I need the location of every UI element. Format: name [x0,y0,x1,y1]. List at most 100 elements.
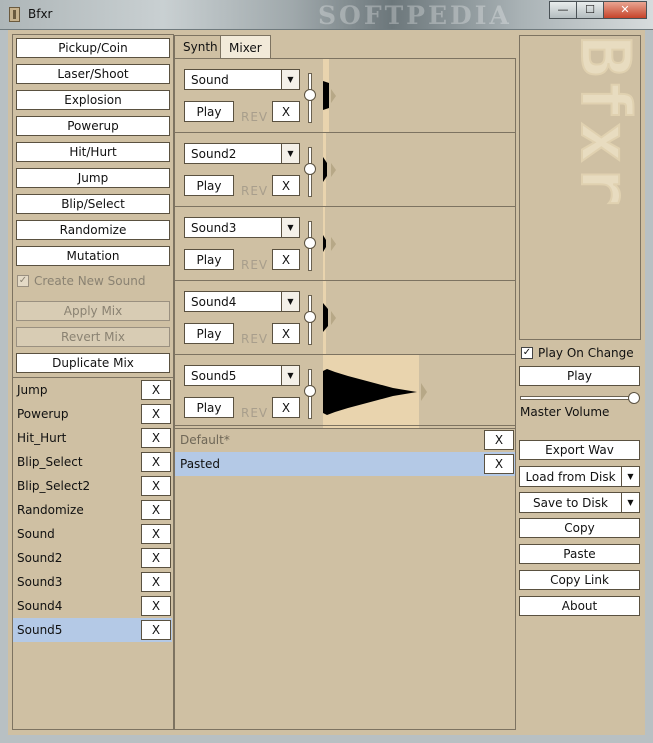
play-on-change-checkbox[interactable]: ✓ [521,347,533,359]
maximize-button[interactable]: ☐ [576,1,603,19]
explosion-button[interactable]: Explosion [16,90,170,110]
sound-list-item-label: Powerup [17,407,69,421]
delete-sound-button[interactable]: X [141,548,171,568]
track-sound-select-value: Sound3 [191,220,237,235]
track-waveform-graphic [323,303,336,332]
track-play-button[interactable]: Play [184,323,234,344]
chevron-down-icon[interactable]: ▼ [281,366,299,385]
track-sound-select-value: Sound4 [191,294,237,309]
save-to-disk-label[interactable]: Save to Disk [520,496,621,510]
track-sound-select[interactable]: Sound4 ▼ [184,291,300,312]
copy-button[interactable]: Copy [519,518,640,538]
delete-sound-button[interactable]: X [141,428,171,448]
track-sound-select[interactable]: Sound2 ▼ [184,143,300,164]
delete-sound-button[interactable]: X [141,404,171,424]
track-reverse-toggle[interactable]: REV [241,110,268,124]
track-delete-button[interactable]: X [272,397,300,418]
track-volume-slider-handle[interactable] [304,163,316,175]
play-button[interactable]: Play [519,366,640,386]
chevron-down-icon[interactable]: ▼ [621,467,639,486]
track-sound-select-value: Sound5 [191,368,237,383]
title-bar[interactable]: Bfxr SOFTPEDIA — ☐ ✕ [0,0,653,30]
close-button[interactable]: ✕ [603,1,647,19]
track-volume-slider-handle[interactable] [304,385,316,397]
track-reverse-toggle[interactable]: REV [241,184,268,198]
delete-sound-button[interactable]: X [141,524,171,544]
track-volume-slider-handle[interactable] [304,89,316,101]
jump-button[interactable]: Jump [16,168,170,188]
create-new-sound-label: Create New Sound [34,274,146,288]
pickup-coin-button[interactable]: Pickup/Coin [16,38,170,58]
create-new-sound-checkbox[interactable]: ✓ [17,275,29,287]
chevron-down-icon[interactable]: ▼ [281,144,299,163]
delete-sound-button[interactable]: X [141,452,171,472]
mix-list-item-label: Pasted [180,457,221,471]
randomize-button[interactable]: Randomize [16,220,170,240]
apply-mix-button[interactable]: Apply Mix [16,301,170,321]
track-delete-button[interactable]: X [272,323,300,344]
create-new-sound-option[interactable]: ✓ Create New Sound [17,274,145,288]
mixer-track: Sound4 ▼ Play REV X [174,281,516,355]
delete-sound-button[interactable]: X [141,380,171,400]
window-controls: — ☐ ✕ [549,1,647,19]
track-play-button[interactable]: Play [184,101,234,122]
delete-sound-button[interactable]: X [141,620,171,640]
save-to-disk-button[interactable]: Save to Disk ▼ [519,492,640,513]
track-play-button[interactable]: Play [184,175,234,196]
track-reverse-toggle[interactable]: REV [241,332,268,346]
paste-button[interactable]: Paste [519,544,640,564]
laser-shoot-button[interactable]: Laser/Shoot [16,64,170,84]
track-waveform-graphic [323,235,336,252]
chevron-down-icon[interactable]: ▼ [281,292,299,311]
tab-mixer[interactable]: Mixer [220,35,271,59]
blip-select-button[interactable]: Blip/Select [16,194,170,214]
track-delete-button[interactable]: X [272,101,300,122]
chevron-down-icon[interactable]: ▼ [281,70,299,89]
powerup-button[interactable]: Powerup [16,116,170,136]
track-sound-select[interactable]: Sound3 ▼ [184,217,300,238]
track-sound-select[interactable]: Sound ▼ [184,69,300,90]
track-volume-slider-handle[interactable] [304,237,316,249]
track-reverse-toggle[interactable]: REV [241,258,268,272]
track-sound-select[interactable]: Sound5 ▼ [184,365,300,386]
about-button[interactable]: About [519,596,640,616]
tab-synth[interactable]: Synth [174,35,227,58]
mix-list-item-selected[interactable]: Pasted [175,452,515,476]
load-from-disk-button[interactable]: Load from Disk ▼ [519,466,640,487]
play-on-change-option[interactable]: ✓ Play On Change [521,346,634,360]
sound-list-item-label: Blip_Select [17,455,83,469]
delete-sound-button[interactable]: X [141,476,171,496]
minimize-button[interactable]: — [549,1,576,19]
track-delete-button[interactable]: X [272,249,300,270]
mix-list-item-label: Default* [180,433,230,447]
load-from-disk-label[interactable]: Load from Disk [520,470,621,484]
track-play-button[interactable]: Play [184,249,234,270]
delete-sound-button[interactable]: X [141,572,171,592]
sound-list-item-label: Jump [17,383,48,397]
track-waveform-graphic [323,81,336,110]
mix-list-item[interactable]: Default* [175,428,515,452]
revert-mix-button[interactable]: Revert Mix [16,327,170,347]
mutation-button[interactable]: Mutation [16,246,170,266]
track-delete-button[interactable]: X [272,175,300,196]
chevron-down-icon[interactable]: ▼ [281,218,299,237]
delete-sound-button[interactable]: X [141,596,171,616]
delete-mix-button[interactable]: X [484,430,514,450]
duplicate-mix-button[interactable]: Duplicate Mix [16,353,170,373]
chevron-down-icon[interactable]: ▼ [621,493,639,512]
sound-list-item-label: Sound4 [17,599,63,613]
track-reverse-toggle[interactable]: REV [241,406,268,420]
track-play-button[interactable]: Play [184,397,234,418]
hit-hurt-button[interactable]: Hit/Hurt [16,142,170,162]
track-sound-select-value: Sound [191,72,229,87]
sound-list-item-label: Sound3 [17,575,63,589]
export-wav-button[interactable]: Export Wav [519,440,640,460]
delete-mix-button[interactable]: X [484,454,514,474]
delete-sound-button[interactable]: X [141,500,171,520]
master-volume-slider-handle[interactable] [628,392,640,404]
track-volume-slider-handle[interactable] [304,311,316,323]
copy-link-button[interactable]: Copy Link [519,570,640,590]
app-client-area: Pickup/Coin Laser/Shoot Explosion Poweru… [8,30,645,735]
master-volume-slider[interactable] [520,396,638,400]
sound-list-item-label: Sound [17,527,55,541]
